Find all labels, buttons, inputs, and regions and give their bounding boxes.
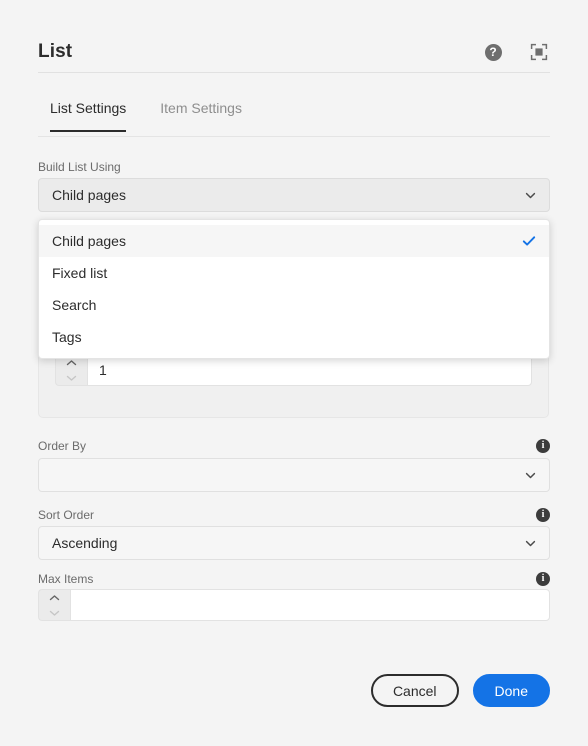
- dropdown-option-tags[interactable]: Tags: [39, 321, 549, 353]
- dropdown-option-label: Search: [52, 297, 97, 313]
- chevron-down-icon: [524, 189, 537, 202]
- stepper-decrement-icon[interactable]: [56, 370, 87, 385]
- header-divider: [38, 72, 550, 73]
- dialog-footer: Cancel Done: [370, 674, 550, 707]
- header-actions: ?: [482, 41, 550, 63]
- chevron-down-icon: [524, 469, 537, 482]
- sort-order-value: Ascending: [52, 535, 118, 551]
- settings-tablist: List Settings Item Settings: [50, 100, 242, 132]
- max-items-input[interactable]: [70, 589, 550, 621]
- build-list-using-dropdown-menu: Child pages Fixed list Search Tags: [38, 219, 550, 359]
- build-list-using-value: Child pages: [52, 187, 126, 203]
- tab-item-settings[interactable]: Item Settings: [160, 100, 242, 132]
- stepper-increment-icon[interactable]: [39, 590, 70, 605]
- order-by-label: Order By: [38, 439, 87, 453]
- build-list-using-label: Build List Using: [38, 160, 121, 174]
- done-button[interactable]: Done: [472, 674, 550, 707]
- max-items-stepper[interactable]: [38, 589, 550, 621]
- dropdown-option-label: Tags: [52, 329, 82, 345]
- max-items-label-row: Max Items i: [38, 572, 550, 586]
- nested-depth-value: 1: [99, 362, 107, 378]
- stepper-decrement-icon[interactable]: [39, 605, 70, 620]
- dropdown-option-search[interactable]: Search: [39, 289, 549, 321]
- max-items-label: Max Items: [38, 572, 94, 586]
- fullscreen-icon[interactable]: [528, 41, 550, 63]
- check-icon: [522, 234, 536, 248]
- order-by-label-row: Order By i: [38, 439, 550, 453]
- chevron-down-icon: [524, 537, 537, 550]
- sort-order-label: Sort Order: [38, 508, 95, 522]
- dropdown-option-fixed-list[interactable]: Fixed list: [39, 257, 549, 289]
- help-circle-glyph: ?: [484, 43, 502, 61]
- sort-order-select[interactable]: Ascending: [38, 526, 550, 560]
- order-by-select[interactable]: [38, 458, 550, 492]
- list-settings-dialog: List ? List Settings Item Settings Build…: [0, 0, 588, 746]
- info-icon[interactable]: i: [536, 572, 550, 586]
- dialog-header: List ?: [38, 32, 550, 72]
- page-title: List: [38, 41, 73, 62]
- dropdown-option-child-pages[interactable]: Child pages: [39, 225, 549, 257]
- max-items-stepper-buttons: [38, 589, 70, 621]
- sort-order-label-row: Sort Order i: [38, 508, 550, 522]
- dropdown-option-label: Child pages: [52, 233, 126, 249]
- tabs-divider: [38, 136, 550, 137]
- cancel-button[interactable]: Cancel: [370, 674, 459, 707]
- info-icon[interactable]: i: [536, 439, 550, 453]
- dropdown-option-label: Fixed list: [52, 265, 108, 281]
- help-icon[interactable]: ?: [482, 41, 504, 63]
- build-list-using-select[interactable]: Child pages: [38, 178, 550, 212]
- info-icon[interactable]: i: [536, 508, 550, 522]
- tab-list-settings[interactable]: List Settings: [50, 100, 127, 132]
